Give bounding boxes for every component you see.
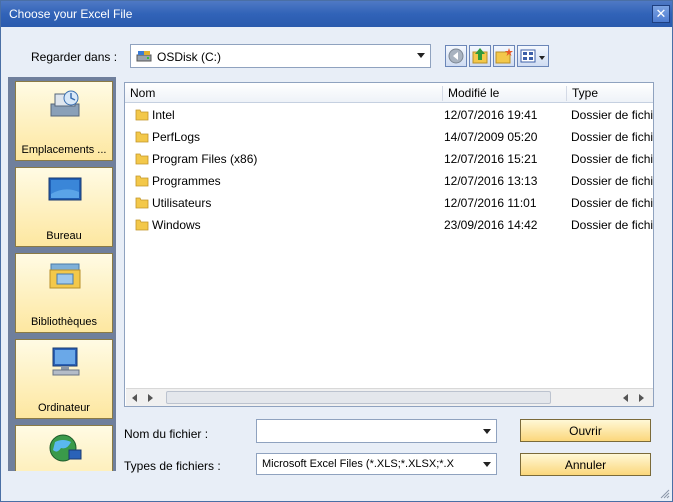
chevron-down-icon[interactable] bbox=[483, 429, 491, 434]
file-type: Dossier de fichiers bbox=[571, 218, 654, 232]
list-header: Nom Modifié le Type bbox=[125, 83, 653, 103]
place-libraries[interactable]: Bibliothèques bbox=[15, 253, 113, 333]
look-in-label: Regarder dans : bbox=[31, 50, 118, 64]
file-type: Dossier de fichiers bbox=[571, 174, 654, 188]
network-icon bbox=[49, 434, 82, 462]
look-in-combo[interactable]: OSDisk (C:) bbox=[130, 44, 431, 68]
file-name: Program Files (x86) bbox=[152, 152, 258, 166]
up-folder-button[interactable] bbox=[469, 45, 491, 67]
close-button[interactable]: ✕ bbox=[652, 5, 670, 23]
desktop-icon bbox=[48, 177, 82, 201]
folder-icon bbox=[135, 219, 149, 231]
scroll-left-icon[interactable] bbox=[623, 394, 628, 402]
file-name-input[interactable] bbox=[256, 419, 497, 443]
file-name: Windows bbox=[152, 218, 201, 232]
title-bar[interactable]: Choose your Excel File ✕ bbox=[1, 1, 672, 27]
horizontal-scrollbar[interactable] bbox=[126, 388, 653, 406]
libraries-icon bbox=[49, 263, 81, 289]
file-row[interactable]: Programmes 12/07/2016 13:13 Dossier de f… bbox=[125, 170, 653, 192]
places-bar: Emplacements ... Bureau Bibliothèques Or… bbox=[8, 77, 116, 471]
file-modified: 14/07/2009 05:20 bbox=[444, 130, 538, 144]
dialog-title: Choose your Excel File bbox=[9, 7, 133, 21]
back-button[interactable] bbox=[445, 45, 467, 67]
folder-icon bbox=[135, 153, 149, 165]
folder-icon bbox=[135, 197, 149, 209]
cancel-button[interactable]: Annuler bbox=[520, 453, 651, 476]
file-row[interactable]: Program Files (x86) 12/07/2016 15:21 Dos… bbox=[125, 148, 653, 170]
file-type: Dossier de fichiers bbox=[571, 130, 654, 144]
file-dialog: Choose your Excel File ✕ Regarder dans :… bbox=[0, 0, 673, 502]
file-row[interactable]: Intel 12/07/2016 19:41 Dossier de fichie… bbox=[125, 104, 653, 126]
place-label: Ordinateur bbox=[38, 402, 90, 414]
place-computer[interactable]: Ordinateur bbox=[15, 339, 113, 419]
file-name: Utilisateurs bbox=[152, 196, 212, 210]
column-header-name[interactable]: Nom bbox=[125, 86, 443, 101]
file-name-label: Nom du fichier : bbox=[124, 427, 209, 441]
scroll-right-icon[interactable] bbox=[148, 394, 153, 402]
view-menu-icon bbox=[520, 49, 545, 63]
file-modified: 12/07/2016 11:01 bbox=[444, 196, 537, 210]
file-modified: 23/09/2016 14:42 bbox=[444, 218, 538, 232]
place-recent[interactable]: Emplacements ... bbox=[15, 81, 113, 161]
place-desktop[interactable]: Bureau bbox=[15, 167, 113, 247]
file-modified: 12/07/2016 15:21 bbox=[444, 152, 538, 166]
place-label: Bibliothèques bbox=[30, 316, 98, 328]
chevron-down-icon[interactable] bbox=[417, 53, 425, 58]
column-header-type[interactable]: Type bbox=[567, 86, 653, 101]
back-icon bbox=[448, 48, 464, 64]
new-folder-icon bbox=[495, 48, 513, 64]
computer-icon bbox=[52, 347, 80, 376]
file-modified: 12/07/2016 13:13 bbox=[444, 174, 538, 188]
new-folder-button[interactable] bbox=[493, 45, 515, 67]
folder-icon bbox=[135, 131, 149, 143]
file-type: Dossier de fichiers bbox=[571, 196, 654, 210]
file-modified: 12/07/2016 19:41 bbox=[444, 108, 538, 122]
scrollbar-thumb[interactable] bbox=[166, 391, 551, 404]
file-type-value: Microsoft Excel Files (*.XLS;*.XLSX;*.X bbox=[262, 458, 454, 470]
file-type: Dossier de fichiers bbox=[571, 108, 654, 122]
resize-grip-icon[interactable] bbox=[658, 487, 670, 499]
hard-drive-icon bbox=[136, 51, 152, 62]
scroll-right-icon[interactable] bbox=[639, 394, 644, 402]
file-row[interactable]: PerfLogs 14/07/2009 05:20 Dossier de fic… bbox=[125, 126, 653, 148]
chevron-down-icon[interactable] bbox=[483, 462, 491, 467]
place-label: Emplacements ... bbox=[21, 144, 107, 156]
file-row[interactable]: Utilisateurs 12/07/2016 11:01 Dossier de… bbox=[125, 192, 653, 214]
file-type: Dossier de fichiers bbox=[571, 152, 654, 166]
place-label: Bureau bbox=[46, 230, 82, 242]
open-button[interactable]: Ouvrir bbox=[520, 419, 651, 442]
file-row[interactable]: Windows 23/09/2016 14:42 Dossier de fich… bbox=[125, 214, 653, 236]
up-folder-icon bbox=[472, 48, 488, 64]
place-network[interactable] bbox=[15, 425, 113, 471]
recent-places-icon bbox=[50, 90, 80, 117]
file-name: Programmes bbox=[152, 174, 221, 188]
look-in-value: OSDisk (C:) bbox=[157, 50, 221, 64]
scroll-left-icon[interactable] bbox=[132, 394, 137, 402]
file-name: Intel bbox=[152, 108, 175, 122]
close-icon: ✕ bbox=[655, 6, 667, 21]
folder-icon bbox=[135, 109, 149, 121]
view-menu-button[interactable] bbox=[517, 45, 549, 67]
file-type-label: Types de fichiers : bbox=[124, 459, 221, 473]
file-list[interactable]: Nom Modifié le Type Intel 12/07/2016 19:… bbox=[124, 82, 654, 407]
file-type-select[interactable]: Microsoft Excel Files (*.XLS;*.XLSX;*.X bbox=[256, 453, 497, 475]
folder-icon bbox=[135, 175, 149, 187]
file-name: PerfLogs bbox=[152, 130, 201, 144]
column-header-modified[interactable]: Modifié le bbox=[443, 86, 567, 101]
